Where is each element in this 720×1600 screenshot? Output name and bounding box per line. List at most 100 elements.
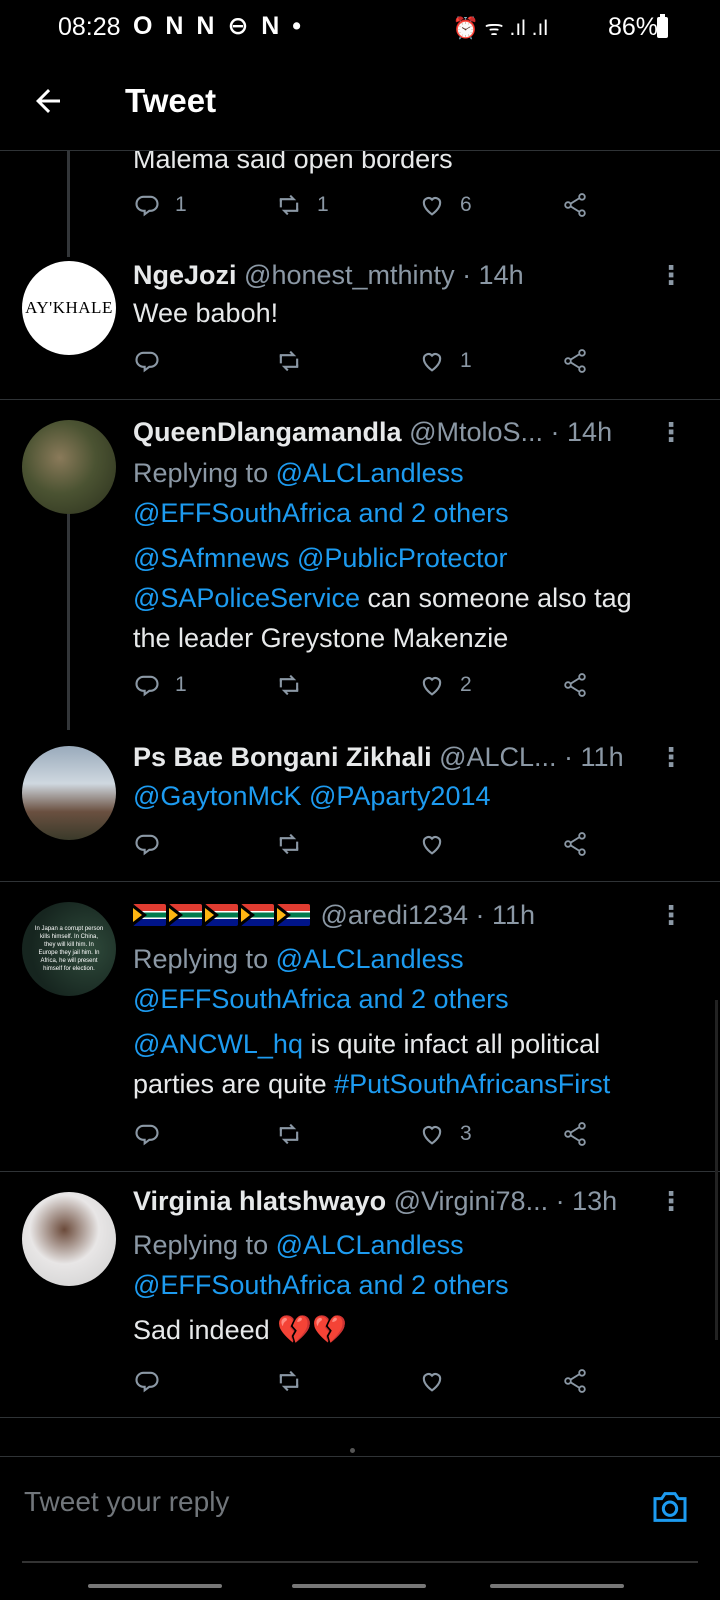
retweet-button[interactable] — [275, 671, 317, 699]
replying-to: Replying to @ALCLandless @EFFSouthAfrica… — [133, 944, 509, 1014]
tweet-text: Wee baboh! — [133, 298, 279, 328]
reply-button[interactable]: 1 — [133, 671, 187, 699]
reply-button[interactable] — [133, 1120, 175, 1148]
share-icon — [564, 673, 586, 697]
retweet-icon — [279, 350, 299, 372]
avatar[interactable] — [22, 420, 116, 514]
mention-link[interactable]: @ALCLandless — [276, 944, 464, 974]
user-handle: @Virgini78... — [393, 1186, 549, 1216]
like-button[interactable]: 3 — [418, 1120, 472, 1148]
back-button[interactable] — [30, 83, 70, 123]
mention-link[interactable]: @SAfmnews — [133, 543, 289, 573]
share-button[interactable] — [561, 671, 589, 699]
retweet-button[interactable] — [275, 830, 317, 858]
mention-link[interactable]: @GaytonMcK — [133, 781, 301, 811]
mention-link[interactable]: @SAPoliceService — [133, 583, 360, 613]
tweet-item[interactable]: AY'KHALE NgeJozi @honest_mthinty · 14h ⋮… — [0, 247, 720, 400]
more-options-icon[interactable]: ⋮ — [658, 1186, 684, 1217]
tweet-actions: 1 1 6 — [133, 191, 603, 227]
replying-to: Replying to @ALCLandless @EFFSouthAfrica… — [133, 1230, 509, 1300]
tweet-header: QueenDlangamandla @MtoloS... · 14h — [133, 417, 612, 448]
retweet-icon — [279, 674, 299, 696]
display-name[interactable]: Ps Bae Bongani Zikhali — [133, 742, 432, 772]
flag-icon — [277, 904, 310, 926]
scroll-indicator — [350, 1448, 355, 1453]
scrollbar[interactable] — [715, 1000, 718, 1340]
tweet-header: NgeJozi @honest_mthinty · 14h — [133, 260, 524, 291]
avatar[interactable] — [22, 746, 116, 840]
like-icon — [422, 1126, 442, 1145]
share-button[interactable] — [561, 347, 589, 375]
more-options-icon[interactable]: ⋮ — [658, 260, 684, 291]
like-button[interactable] — [418, 1367, 460, 1395]
reply-input[interactable] — [22, 1485, 586, 1519]
mention-link[interactable]: @EFFSouthAfrica and 2 others — [133, 498, 509, 528]
like-button[interactable] — [418, 830, 460, 858]
reply-button[interactable]: 1 — [133, 191, 187, 219]
reply-button[interactable] — [133, 1367, 175, 1395]
tweet-item[interactable]: QueenDlangamandla @MtoloS... · 14h ⋮ Rep… — [0, 400, 720, 730]
tweet-header: Ps Bae Bongani Zikhali @ALCL... · 11h — [133, 742, 624, 773]
system-status-icons: ⏰ ᯤ .ıl .ıl — [452, 17, 549, 40]
more-options-icon[interactable]: ⋮ — [658, 417, 684, 448]
share-button[interactable] — [561, 191, 589, 219]
tweet-item[interactable]: Virginia hlatshwayo @Virgini78... · 13h … — [0, 1172, 720, 1418]
tweet-item[interactable]: In Japan a corrupt person kills himself.… — [0, 882, 720, 1172]
like-icon — [422, 836, 442, 855]
mention-link[interactable]: @PAparty2014 — [309, 781, 491, 811]
more-options-icon[interactable]: ⋮ — [658, 742, 684, 773]
thread-line — [67, 151, 70, 257]
tweet-time: · 11h — [468, 900, 536, 930]
share-button[interactable] — [561, 830, 589, 858]
tweet-feed[interactable]: Malema said open borders 1 1 6 AY'KHALE Ng… — [0, 151, 720, 1451]
user-handle: @ALCL... — [439, 742, 557, 772]
tweet-header: Virginia hlatshwayo @Virgini78... · 13h — [133, 1186, 617, 1217]
tweet-text: Malema said open borders — [133, 151, 453, 174]
hashtag-link[interactable]: #PutSouthAfricansFirst — [334, 1069, 610, 1099]
camera-icon[interactable] — [650, 1487, 690, 1527]
avatar[interactable]: AY'KHALE — [22, 261, 116, 355]
retweet-icon — [279, 833, 299, 855]
mention-link[interactable]: @EFFSouthAfrica and 2 others — [133, 1270, 509, 1300]
mention-link[interactable]: @ALCLandless — [276, 1230, 464, 1260]
notification-icons: O N N ⊖ N • — [133, 12, 305, 40]
mention-link[interactable]: @ALCLandless — [276, 458, 464, 488]
nav-recents-button[interactable] — [88, 1584, 222, 1588]
mention-link[interactable]: @PublicProtector — [297, 543, 508, 573]
share-button[interactable] — [561, 1120, 589, 1148]
retweet-button[interactable] — [275, 1367, 317, 1395]
like-icon — [422, 677, 442, 696]
mention-link[interactable]: @EFFSouthAfrica and 2 others — [133, 984, 509, 1014]
status-bar: 08:28 O N N ⊖ N • ⏰ ᯤ .ıl .ıl 86% — [0, 0, 720, 54]
share-icon — [564, 1369, 586, 1393]
nav-back-button[interactable] — [490, 1584, 624, 1588]
avatar[interactable]: In Japan a corrupt person kills himself.… — [22, 902, 116, 996]
status-time: 08:28 — [58, 13, 121, 41]
tweet-text: Sad indeed 💔💔 — [133, 1314, 347, 1345]
retweet-button[interactable] — [275, 347, 317, 375]
reply-button[interactable] — [133, 347, 175, 375]
like-button[interactable]: 6 — [418, 191, 472, 219]
display-name[interactable]: QueenDlangamandla — [133, 417, 402, 447]
reply-icon — [135, 351, 159, 373]
retweet-count: 1 — [317, 193, 329, 216]
share-button[interactable] — [561, 1367, 589, 1395]
reply-icon — [135, 195, 159, 217]
retweet-button[interactable] — [275, 1120, 317, 1148]
mention-link[interactable]: @ANCWL_hq — [133, 1029, 303, 1059]
reply-icon — [135, 1371, 159, 1393]
like-icon — [422, 353, 442, 372]
reply-button[interactable] — [133, 830, 175, 858]
like-button[interactable]: 1 — [418, 347, 472, 375]
more-options-icon[interactable]: ⋮ — [658, 900, 684, 931]
display-name[interactable]: NgeJozi — [133, 260, 237, 290]
retweet-button[interactable]: 1 — [275, 191, 329, 219]
nav-home-button[interactable] — [292, 1584, 426, 1588]
tweet-item[interactable]: Ps Bae Bongani Zikhali @ALCL... · 11h ⋮ … — [0, 728, 720, 882]
like-button[interactable]: 2 — [418, 671, 472, 699]
display-name[interactable]: Virginia hlatshwayo — [133, 1186, 386, 1216]
reply-bar — [0, 1456, 720, 1563]
avatar[interactable] — [22, 1192, 116, 1286]
user-handle: @aredi1234 — [320, 900, 469, 930]
retweet-icon — [279, 194, 299, 216]
